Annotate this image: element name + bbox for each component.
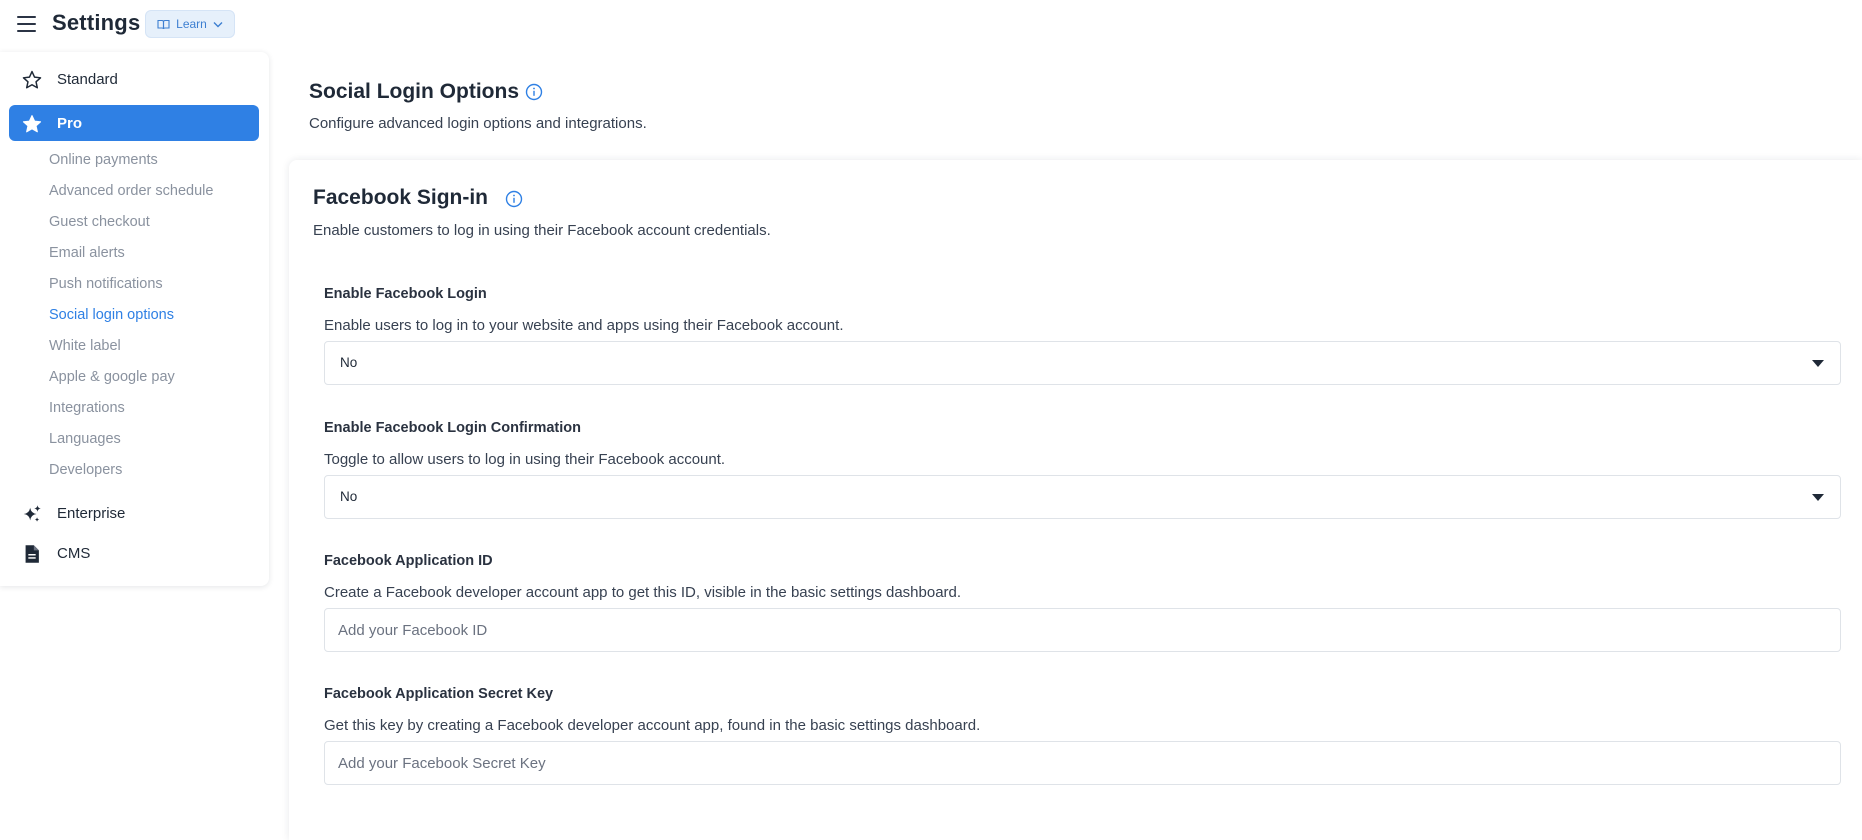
- sidebar-item-label: Enterprise: [57, 504, 126, 522]
- sidebar-item-cms[interactable]: CMS: [9, 535, 259, 571]
- page-header-title: Settings: [52, 10, 141, 35]
- card-description: Enable customers to log in using their F…: [313, 222, 771, 239]
- sidebar-subitem-integrations[interactable]: Integrations: [49, 400, 125, 416]
- facebook-secret-key-help: Get this key by creating a Facebook deve…: [324, 717, 981, 734]
- learn-button[interactable]: Learn: [145, 10, 235, 38]
- sidebar-item-standard[interactable]: Standard: [9, 61, 259, 97]
- select-value: No: [340, 355, 358, 370]
- book-icon: [157, 19, 170, 29]
- sidebar-subitem-white-label[interactable]: White label: [49, 338, 121, 354]
- select-value: No: [340, 489, 358, 504]
- sidebar-subitem-push-notifications[interactable]: Push notifications: [49, 276, 163, 292]
- sidebar: Standard Pro Online payments Advanced or…: [0, 52, 269, 586]
- sidebar-subitem-apple-google-pay[interactable]: Apple & google pay: [49, 369, 175, 385]
- card-title: Facebook Sign-in: [313, 186, 489, 209]
- caret-down-icon: [1812, 360, 1824, 367]
- star-filled-icon: [22, 115, 42, 133]
- facebook-app-id-input[interactable]: [324, 608, 1841, 652]
- top-bar: Settings Learn: [0, 0, 1862, 50]
- facebook-signin-card: Facebook Sign-in Enable customers to log…: [289, 160, 1862, 840]
- page-title: Social Login Options: [309, 80, 519, 103]
- sparkles-icon: [23, 505, 41, 522]
- info-icon[interactable]: [525, 83, 543, 101]
- facebook-app-id-label: Facebook Application ID: [324, 553, 493, 569]
- learn-label: Learn: [176, 17, 207, 31]
- caret-down-icon: [1812, 494, 1824, 501]
- enable-facebook-login-label: Enable Facebook Login: [324, 286, 487, 302]
- enable-facebook-login-select[interactable]: No: [324, 341, 1841, 385]
- sidebar-item-label: Standard: [57, 70, 118, 88]
- enable-facebook-login-help: Enable users to log in to your website a…: [324, 317, 844, 334]
- menu-icon[interactable]: [17, 16, 36, 32]
- page-description: Configure advanced login options and int…: [309, 115, 647, 132]
- sidebar-subitem-email-alerts[interactable]: Email alerts: [49, 245, 125, 261]
- sidebar-item-label: CMS: [57, 544, 91, 562]
- sidebar-subitem-online-payments[interactable]: Online payments: [49, 152, 158, 168]
- facebook-secret-key-label: Facebook Application Secret Key: [324, 686, 554, 702]
- star-outline-icon: [22, 70, 42, 89]
- sidebar-subitem-advanced-order-schedule[interactable]: Advanced order schedule: [49, 183, 213, 199]
- enable-facebook-login-confirmation-help: Toggle to allow users to log in using th…: [324, 451, 726, 468]
- enable-facebook-login-confirmation-label: Enable Facebook Login Confirmation: [324, 420, 581, 436]
- document-icon: [25, 545, 39, 563]
- sidebar-item-pro[interactable]: Pro: [9, 105, 259, 141]
- info-icon[interactable]: [505, 190, 523, 208]
- enable-facebook-login-confirmation-select[interactable]: No: [324, 475, 1841, 519]
- sidebar-subitem-languages[interactable]: Languages: [49, 431, 121, 447]
- sidebar-subitem-guest-checkout[interactable]: Guest checkout: [49, 214, 150, 230]
- chevron-down-icon: [213, 21, 223, 27]
- sidebar-item-label: Pro: [57, 114, 83, 132]
- facebook-app-id-help: Create a Facebook developer account app …: [324, 584, 962, 601]
- sidebar-item-enterprise[interactable]: Enterprise: [9, 495, 259, 531]
- sidebar-subitem-social-login-options[interactable]: Social login options: [49, 307, 174, 323]
- sidebar-subitem-developers[interactable]: Developers: [49, 462, 122, 478]
- facebook-secret-key-input[interactable]: [324, 741, 1841, 785]
